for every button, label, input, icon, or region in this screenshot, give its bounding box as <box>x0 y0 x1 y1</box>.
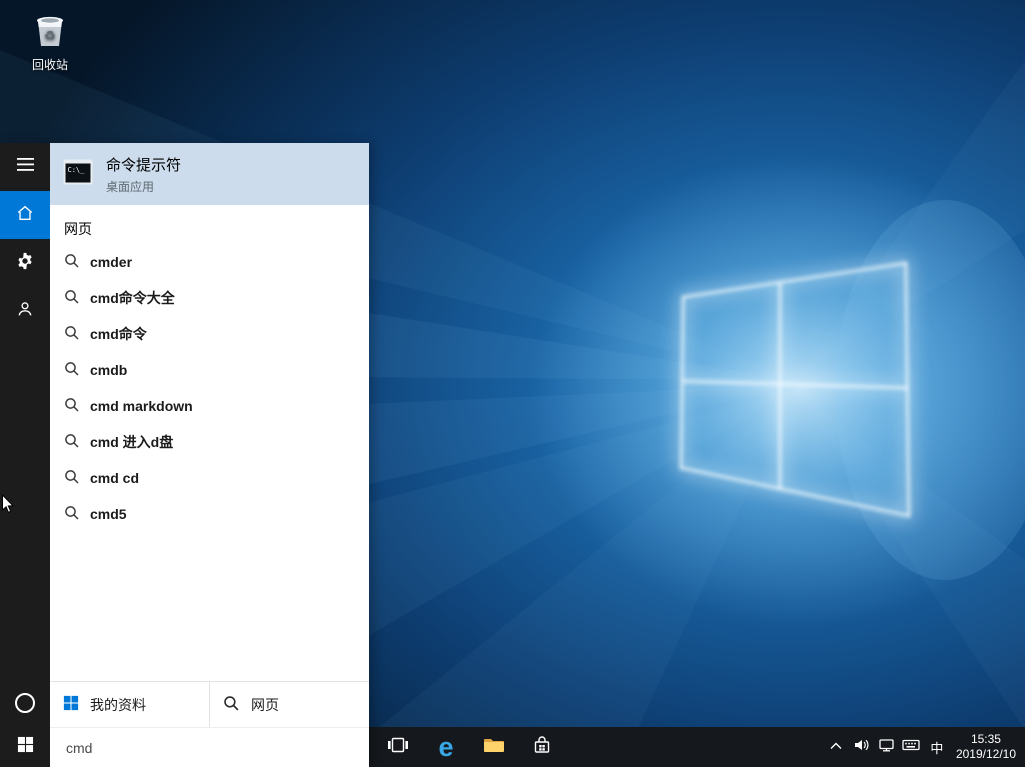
search-suggestion[interactable]: cmd cd <box>50 460 369 496</box>
search-sidebar <box>0 143 50 767</box>
top-result-subtitle: 桌面应用 <box>106 179 155 194</box>
top-result-command-prompt[interactable]: C:\_ 命令提示符 桌面应用 <box>50 143 369 205</box>
store-button[interactable] <box>518 727 566 767</box>
hamburger-icon <box>16 158 34 176</box>
recycle-bin-shortcut[interactable]: ♻ 回收站 <box>12 8 88 73</box>
account-button[interactable] <box>0 287 50 335</box>
gear-icon <box>16 252 34 275</box>
touch-keyboard-button[interactable] <box>899 727 924 767</box>
volume-button[interactable] <box>849 727 874 767</box>
tray-clock[interactable]: 15:35 2019/12/10 <box>950 732 1025 762</box>
suggestion-text: cmd cd <box>90 470 140 486</box>
search-icon <box>64 433 80 452</box>
suggestion-text: cmder <box>90 254 133 270</box>
task-view-icon <box>387 734 409 761</box>
home-tab[interactable] <box>0 191 50 239</box>
search-icon <box>64 397 80 416</box>
search-icon <box>64 469 80 488</box>
suggestion-text: cmd命令大全 <box>90 290 175 306</box>
start-search-flyout: C:\_ 命令提示符 桌面应用 网页 cmder cmd命令大全 cmd命令 c… <box>0 143 369 767</box>
taskbar-search-box <box>50 727 369 767</box>
search-icon <box>64 505 80 524</box>
suggestion-text: cmd markdown <box>90 398 193 414</box>
my-stuff-tab[interactable]: 我的资料 <box>50 682 209 727</box>
search-suggestion[interactable]: cmd命令大全 <box>50 280 369 316</box>
home-icon <box>16 204 34 227</box>
search-footer-tabs: 我的资料 网页 <box>50 681 369 727</box>
keyboard-icon <box>902 738 921 757</box>
start-button[interactable] <box>0 727 50 767</box>
recycle-bin-icon: ♻ <box>30 8 70 53</box>
search-icon <box>223 695 240 715</box>
taskbar-app-buttons: e <box>374 727 566 767</box>
search-suggestion[interactable]: cmder <box>50 244 369 280</box>
search-suggestion[interactable]: cmd 进入d盘 <box>50 424 369 460</box>
tray-chevron-up-button[interactable] <box>824 727 849 767</box>
recycle-bin-label: 回收站 <box>31 58 68 72</box>
windows-logo-icon <box>17 736 34 758</box>
results-empty-space <box>50 532 369 681</box>
web-tab[interactable]: 网页 <box>209 682 369 727</box>
suggestion-text: cmdb <box>90 362 128 378</box>
clock-time: 15:35 <box>970 732 1001 746</box>
cortana-button[interactable] <box>0 679 50 727</box>
search-suggestion[interactable]: cmd5 <box>50 496 369 532</box>
network-monitor-icon <box>878 737 895 758</box>
cortana-ring-icon <box>15 693 35 713</box>
search-suggestion[interactable]: cmdb <box>50 352 369 388</box>
search-suggestion[interactable]: cmd命令 <box>50 316 369 352</box>
edge-icon: e <box>438 731 454 762</box>
search-icon <box>64 289 80 308</box>
svg-text:♻: ♻ <box>44 28 56 43</box>
top-result-title: 命令提示符 <box>106 156 182 174</box>
folder-icon <box>482 733 506 762</box>
ime-indicator[interactable]: 中 <box>924 738 950 757</box>
web-section-header: 网页 <box>64 221 92 237</box>
chevron-up-icon <box>829 738 843 756</box>
command-prompt-icon: C:\_ <box>62 156 94 193</box>
system-tray: 中 15:35 2019/12/10 <box>824 727 1025 767</box>
search-suggestion[interactable]: cmd markdown <box>50 388 369 424</box>
web-tab-label: 网页 <box>251 696 279 713</box>
network-button[interactable] <box>874 727 899 767</box>
search-icon <box>64 325 80 344</box>
search-input[interactable] <box>50 728 369 767</box>
clock-date: 2019/12/10 <box>955 747 1016 761</box>
suggestion-text: cmd命令 <box>90 326 147 342</box>
windows-flag-icon <box>63 695 79 714</box>
search-icon <box>64 253 80 272</box>
store-bag-icon <box>531 734 553 761</box>
settings-button[interactable] <box>0 239 50 287</box>
suggestion-text: cmd 进入d盘 <box>90 434 174 450</box>
suggestion-text: cmd5 <box>90 506 127 522</box>
search-results-panel: C:\_ 命令提示符 桌面应用 网页 cmder cmd命令大全 cmd命令 c… <box>50 143 369 767</box>
speaker-icon <box>853 737 870 758</box>
menu-button[interactable] <box>0 143 50 191</box>
person-icon <box>16 300 34 323</box>
my-stuff-label: 我的资料 <box>90 696 146 713</box>
task-view-button[interactable] <box>374 727 422 767</box>
file-explorer-button[interactable] <box>470 727 518 767</box>
svg-text:C:\_: C:\_ <box>68 166 86 174</box>
search-icon <box>64 361 80 380</box>
edge-browser-button[interactable]: e <box>422 727 470 767</box>
